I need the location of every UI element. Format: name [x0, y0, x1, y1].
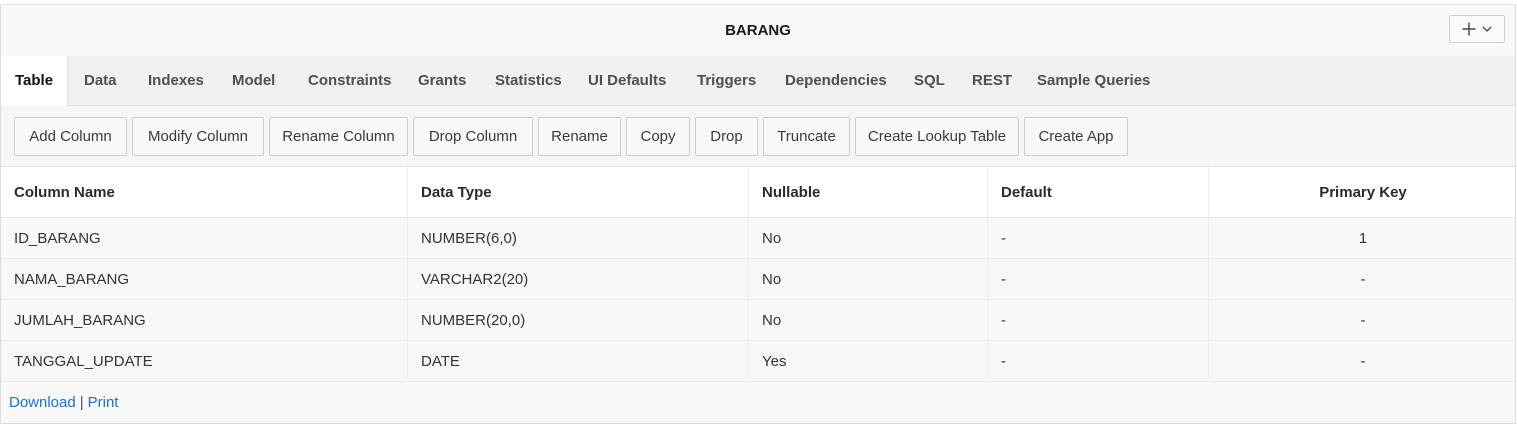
- truncate-button[interactable]: Truncate: [763, 117, 850, 156]
- tab-sql[interactable]: SQL: [914, 56, 945, 105]
- create-lookup-table-button[interactable]: Create Lookup Table: [855, 117, 1019, 156]
- cell-nullable: Yes: [749, 341, 988, 381]
- cell-default: -: [988, 341, 1209, 381]
- table-row: ID_BARANG NUMBER(6,0) No - 1: [1, 218, 1515, 259]
- link-separator: |: [79, 394, 84, 411]
- rename-column-button[interactable]: Rename Column: [269, 117, 408, 156]
- table-header-row: Column Name Data Type Nullable Default P…: [1, 167, 1515, 218]
- table-row: TANGGAL_UPDATE DATE Yes - -: [1, 341, 1515, 382]
- tab-statistics[interactable]: Statistics: [495, 56, 562, 105]
- cell-nullable: No: [749, 259, 988, 299]
- tab-constraints[interactable]: Constraints: [308, 56, 391, 105]
- cell-data-type: NUMBER(20,0): [408, 300, 749, 340]
- tab-triggers[interactable]: Triggers: [697, 56, 756, 105]
- tab-dependencies[interactable]: Dependencies: [785, 56, 887, 105]
- drop-column-button[interactable]: Drop Column: [413, 117, 533, 156]
- tab-data[interactable]: Data: [84, 56, 117, 105]
- print-link[interactable]: Print: [88, 394, 119, 411]
- cell-nullable: No: [749, 300, 988, 340]
- cell-primary-key: -: [1360, 311, 1366, 329]
- tab-bar: Table Data Indexes Model Constraints Gra…: [1, 56, 1515, 106]
- add-column-button[interactable]: Add Column: [14, 117, 127, 156]
- cell-nullable: No: [749, 218, 988, 258]
- cell-default: -: [988, 259, 1209, 299]
- header-column-name[interactable]: Column Name: [1, 167, 408, 217]
- tab-model[interactable]: Model: [232, 56, 275, 105]
- table-footer: Download | Print: [1, 383, 1515, 423]
- add-menu-button[interactable]: [1449, 15, 1505, 43]
- drop-button[interactable]: Drop: [695, 117, 758, 156]
- download-link[interactable]: Download: [9, 394, 76, 411]
- tab-indexes[interactable]: Indexes: [148, 56, 204, 105]
- table-row: JUMLAH_BARANG NUMBER(20,0) No - -: [1, 300, 1515, 341]
- cell-default: -: [988, 218, 1209, 258]
- modify-column-button[interactable]: Modify Column: [132, 117, 264, 156]
- panel-header: BARANG: [1, 5, 1515, 57]
- copy-button[interactable]: Copy: [626, 117, 690, 156]
- cell-data-type: DATE: [408, 341, 749, 381]
- tab-table[interactable]: Table: [1, 56, 68, 106]
- cell-column-name: JUMLAH_BARANG: [1, 300, 408, 340]
- tab-sample-queries[interactable]: Sample Queries: [1037, 56, 1150, 105]
- table-details-panel: BARANG Table Data Indexes Model Constrai…: [0, 4, 1516, 424]
- tab-ui-defaults[interactable]: UI Defaults: [588, 56, 666, 105]
- tab-grants[interactable]: Grants: [418, 56, 466, 105]
- table-row: NAMA_BARANG VARCHAR2(20) No - -: [1, 259, 1515, 300]
- plus-icon: [1462, 22, 1476, 36]
- tab-rest[interactable]: REST: [972, 56, 1012, 105]
- cell-default: -: [988, 300, 1209, 340]
- cell-data-type: VARCHAR2(20): [408, 259, 749, 299]
- page-title: BARANG: [725, 22, 791, 39]
- cell-data-type: NUMBER(6,0): [408, 218, 749, 258]
- cell-primary-key: -: [1360, 352, 1366, 370]
- cell-column-name: TANGGAL_UPDATE: [1, 341, 408, 381]
- action-toolbar: Add Column Modify Column Rename Column D…: [1, 106, 1515, 167]
- cell-primary-key: -: [1360, 270, 1366, 288]
- cell-column-name: ID_BARANG: [1, 218, 408, 258]
- create-app-button[interactable]: Create App: [1024, 117, 1128, 156]
- cell-primary-key: 1: [1358, 229, 1368, 247]
- header-default[interactable]: Default: [988, 167, 1209, 217]
- chevron-down-icon: [1482, 26, 1492, 32]
- header-nullable[interactable]: Nullable: [749, 167, 988, 217]
- header-data-type[interactable]: Data Type: [408, 167, 749, 217]
- header-primary-key[interactable]: Primary Key: [1209, 167, 1517, 217]
- cell-column-name: NAMA_BARANG: [1, 259, 408, 299]
- rename-button[interactable]: Rename: [538, 117, 621, 156]
